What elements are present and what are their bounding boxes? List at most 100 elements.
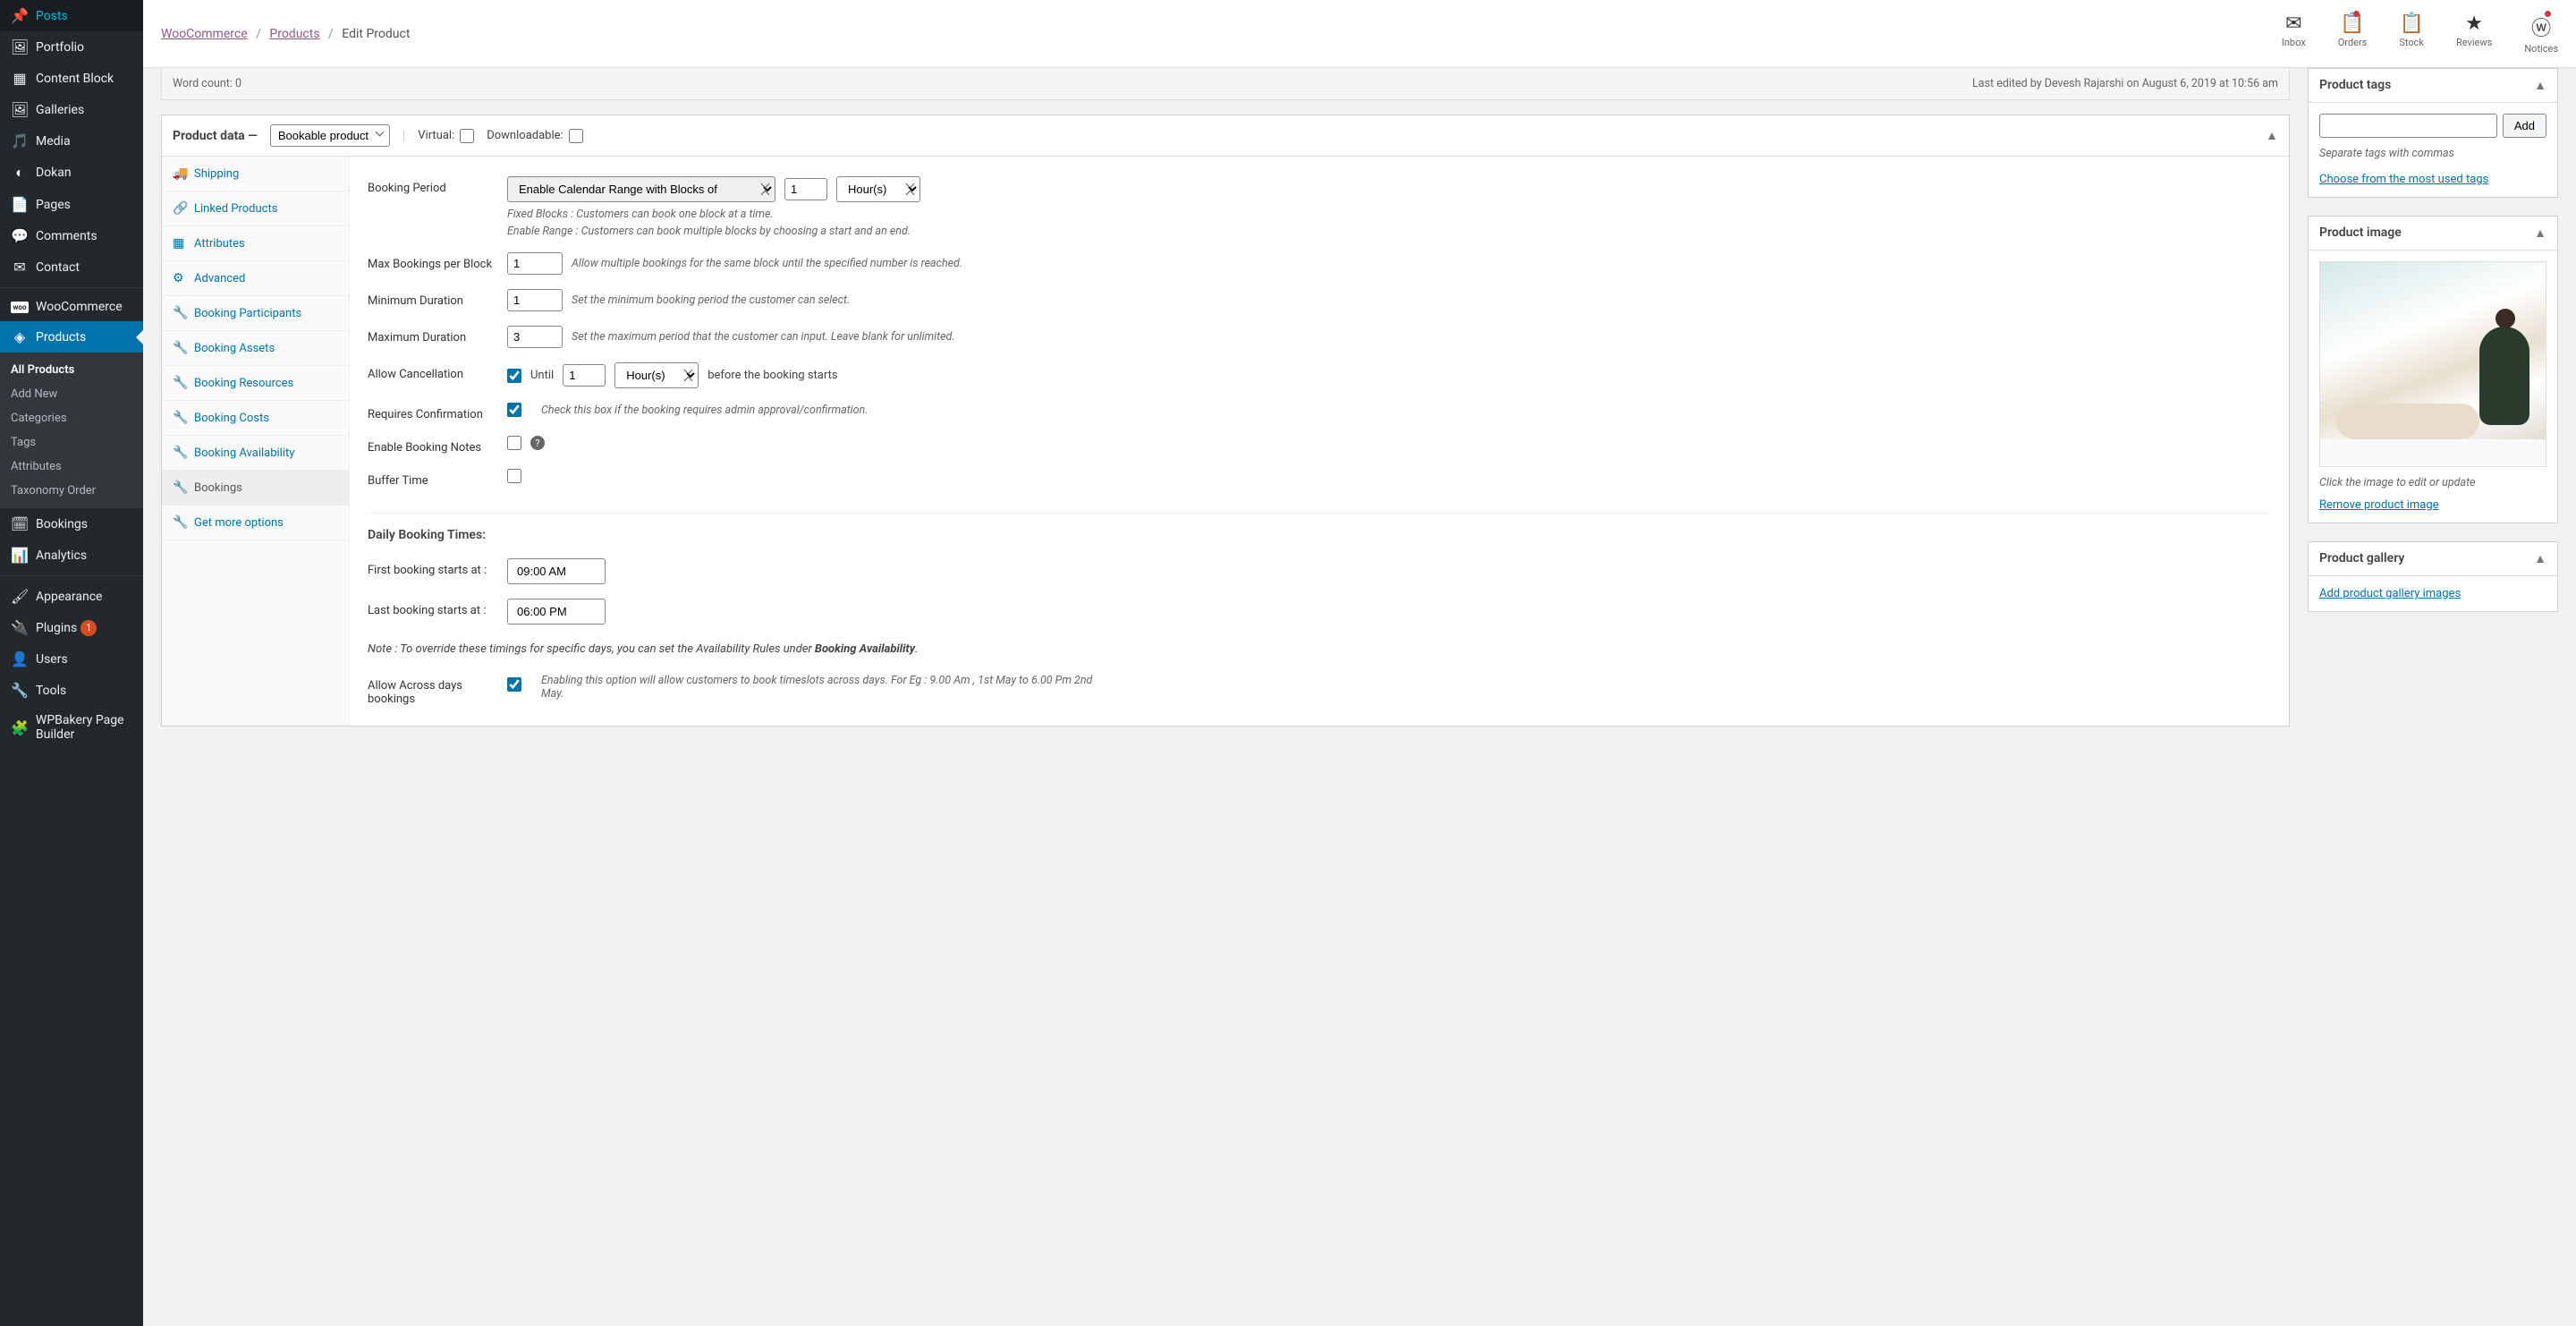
remove-image-link[interactable]: Remove product image <box>2319 498 2439 512</box>
tags-hint: Separate tags with commas <box>2319 147 2546 160</box>
last-booking-input[interactable] <box>507 599 606 625</box>
cancel-value-input[interactable] <box>563 364 606 387</box>
cancel-after-text: before the booking starts <box>708 369 837 382</box>
max-duration-input[interactable] <box>507 326 563 348</box>
virtual-checkbox[interactable] <box>460 129 474 143</box>
tab-linked-products[interactable]: 🔗Linked Products <box>162 191 349 226</box>
top-icon-inbox[interactable]: ✉Inbox <box>2282 13 2306 55</box>
submenu-all-products[interactable]: All Products <box>0 358 143 382</box>
tab-attributes[interactable]: ▦Attributes <box>162 226 349 261</box>
submenu-add-new[interactable]: Add New <box>0 382 143 406</box>
product-image-thumbnail[interactable] <box>2319 261 2546 467</box>
field-label: Allow Cancellation <box>368 362 493 381</box>
sidebar-item-wpbakery-page-builder[interactable]: 🧩WPBakery Page Builder <box>0 706 143 749</box>
breadcrumb-products[interactable]: Products <box>269 27 319 41</box>
sidebar-item-content-block[interactable]: ▦Content Block <box>0 63 143 94</box>
sidebar-item-tools[interactable]: 🔧Tools <box>0 675 143 706</box>
product-type-select[interactable]: Bookable product <box>270 124 390 147</box>
product-data-content: Booking Period Enable Calendar Range wit… <box>350 157 2289 726</box>
tab-booking-resources[interactable]: 🔧Booking Resources <box>162 366 349 401</box>
sidebar-item-products[interactable]: ◈ Products <box>0 321 143 353</box>
sidebar-item-portfolio[interactable]: 🖼Portfolio <box>0 31 143 63</box>
sidebar-item-label: Analytics <box>36 548 87 563</box>
allow-cancel-checkbox[interactable] <box>507 369 521 383</box>
collapse-icon[interactable]: ▲ <box>2266 128 2278 143</box>
allow-across-row: Allow Across days bookings Enabling this… <box>368 667 2271 713</box>
tab-bookings[interactable]: 🔧Bookings <box>162 471 349 506</box>
min-duration-input[interactable] <box>507 289 563 311</box>
plugin-count-badge: 1 <box>80 620 97 636</box>
max-bookings-input[interactable] <box>507 252 563 275</box>
sidebar-item-posts[interactable]: 📌Posts <box>0 0 143 31</box>
sidebar-item-label: Tools <box>36 684 66 698</box>
breadcrumb-woocommerce[interactable]: WooCommerce <box>161 27 248 41</box>
submenu-tags[interactable]: Tags <box>0 430 143 455</box>
enable-notes-checkbox[interactable] <box>507 436 521 450</box>
top-icon-stock[interactable]: 📋Stock <box>2399 13 2424 55</box>
sidebar-item-bookings[interactable]: 🗓Bookings <box>0 508 143 540</box>
image-hint: Click the image to edit or update <box>2319 476 2546 489</box>
until-text: Until <box>530 369 554 382</box>
sidebar-item-contact[interactable]: ✉Contact <box>0 251 143 283</box>
collapse-icon[interactable]: ▲ <box>2534 551 2546 566</box>
downloadable-checkbox[interactable] <box>569 129 583 143</box>
first-booking-input[interactable] <box>507 558 606 584</box>
booking-period-select[interactable]: Enable Calendar Range with Blocks of <box>507 176 775 202</box>
submenu-taxonomy-order[interactable]: Taxonomy Order <box>0 479 143 503</box>
enable-notes-row: Enable Booking Notes ? <box>368 429 2271 462</box>
buffer-time-checkbox[interactable] <box>507 469 521 483</box>
sidebar-item-dokan[interactable]: ◐Dokan <box>0 157 143 189</box>
tab-get-more-options[interactable]: 🔧Get more options <box>162 506 349 540</box>
products-submenu: All ProductsAdd NewCategoriesTagsAttribu… <box>0 353 143 508</box>
cancel-unit-select[interactable]: Hour(s) <box>614 362 699 388</box>
sidebar-item-label: Comments <box>36 229 97 243</box>
add-gallery-link[interactable]: Add product gallery images <box>2319 587 2461 600</box>
tab-icon: 🔧 <box>173 376 187 390</box>
allow-across-checkbox[interactable] <box>507 677 521 692</box>
collapse-icon[interactable]: ▲ <box>2534 78 2546 93</box>
sidebar-item-pages[interactable]: 📄Pages <box>0 189 143 220</box>
sidebar-item-plugins[interactable]: 🔌Plugins1 <box>0 612 143 643</box>
sidebar-item-appearance[interactable]: 🖌Appearance <box>0 581 143 612</box>
orders-icon: 📋 <box>2338 13 2368 35</box>
product-tags-panel: Product tags ▲ Add Separate tags with co… <box>2308 68 2558 198</box>
collapse-icon[interactable]: ▲ <box>2534 225 2546 241</box>
add-tag-button[interactable]: Add <box>2503 114 2546 138</box>
sidebar-item-label: Appearance <box>36 590 102 604</box>
sidebar-item-analytics[interactable]: 📊Analytics <box>0 540 143 571</box>
sidebar-item-comments[interactable]: 💬Comments <box>0 220 143 251</box>
field-label: Last booking starts at : <box>368 599 493 617</box>
tab-booking-assets[interactable]: 🔧Booking Assets <box>162 331 349 366</box>
tab-advanced[interactable]: ⚙Advanced <box>162 261 349 296</box>
top-icon-label: Inbox <box>2282 37 2306 48</box>
requires-conf-checkbox[interactable] <box>507 403 521 417</box>
sidebar-item-woocommerce[interactable]: woo WooCommerce <box>0 293 143 321</box>
tab-booking-participants[interactable]: 🔧Booking Participants <box>162 296 349 331</box>
field-help: Set the minimum booking period the custo… <box>572 293 850 307</box>
tab-booking-availability[interactable]: 🔧Booking Availability <box>162 436 349 471</box>
tag-input[interactable] <box>2319 114 2497 138</box>
top-icon-notices[interactable]: ⓦNotices <box>2524 13 2558 55</box>
submenu-attributes[interactable]: Attributes <box>0 455 143 479</box>
submenu-categories[interactable]: Categories <box>0 406 143 430</box>
sidebar-item-users[interactable]: 👤 Users <box>0 643 143 675</box>
field-label: Maximum Duration <box>368 326 493 344</box>
booking-period-unit-select[interactable]: Hour(s) <box>836 176 920 202</box>
field-label: Minimum Duration <box>368 289 493 308</box>
most-used-tags-link[interactable]: Choose from the most used tags <box>2319 173 2488 186</box>
sidebar-item-label: WooCommerce <box>36 300 123 314</box>
top-icon-reviews[interactable]: ★Reviews <box>2456 13 2492 55</box>
sidebar-item-media[interactable]: 🎵Media <box>0 125 143 157</box>
sidebar-item-label: Posts <box>36 9 68 23</box>
menu-icon: 👤 <box>11 650 29 667</box>
tab-booking-costs[interactable]: 🔧Booking Costs <box>162 401 349 436</box>
sidebar-item-label: Users <box>36 652 68 667</box>
tab-shipping[interactable]: 🚚Shipping <box>162 157 349 191</box>
top-icon-orders[interactable]: 📋Orders <box>2338 13 2368 55</box>
menu-icon: 🔌 <box>11 619 29 636</box>
help-icon[interactable]: ? <box>530 436 545 450</box>
booking-period-blocks-input[interactable] <box>784 178 827 200</box>
sidebar-item-galleries[interactable]: 🖼Galleries <box>0 94 143 125</box>
top-icons: ✉Inbox 📋Orders 📋Stock ★Reviews ⓦNotices <box>2282 13 2558 55</box>
tab-icon: ▦ <box>173 236 187 251</box>
